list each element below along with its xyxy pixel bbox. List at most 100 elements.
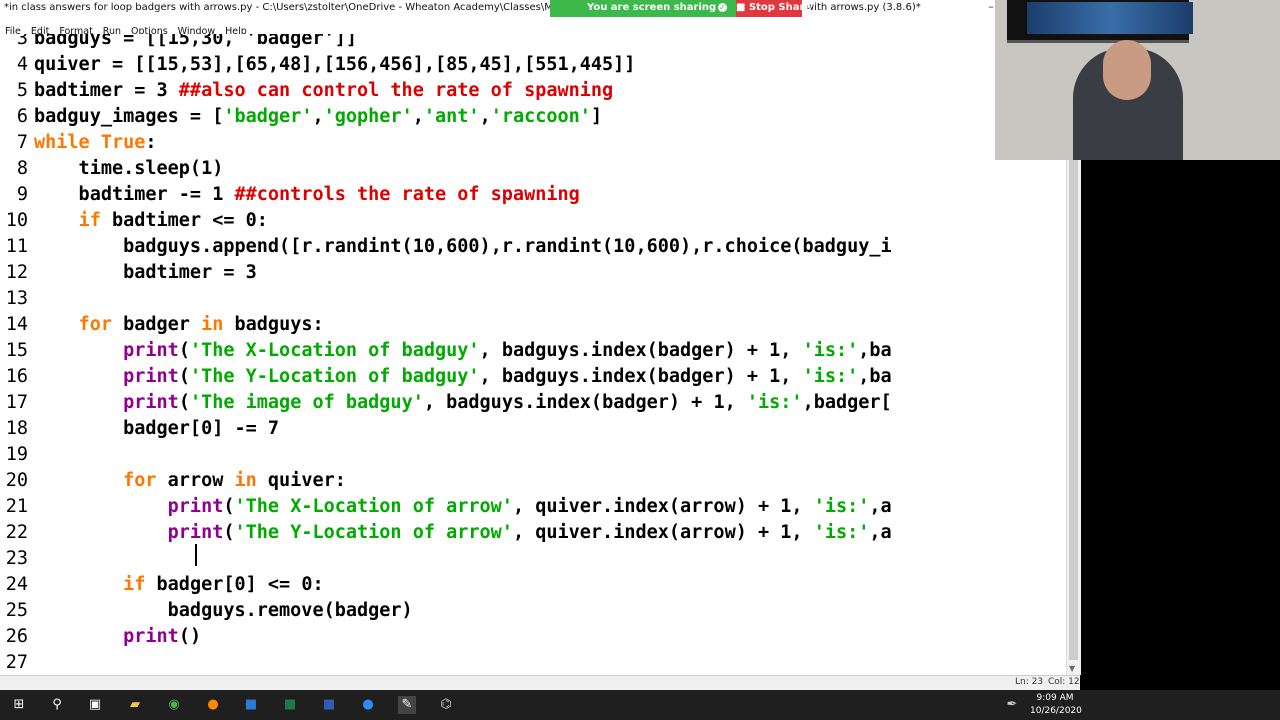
idle-icon[interactable]: ✎ <box>398 696 416 714</box>
line-number: 24 <box>5 574 28 595</box>
line-number: 13 <box>5 288 28 309</box>
code-line[interactable]: 22 print('The Y-Location of arrow', quiv… <box>0 520 1066 546</box>
windows-taskbar: ⊞ ⚲ ▣ ▰ ◉ ● ■ ■ ■ ● ✎ ⌬ ✒ 9:09 AM 10/26/… <box>0 690 1280 720</box>
line-number: 21 <box>5 496 28 517</box>
code-text[interactable]: for badger in badguys: <box>34 312 324 338</box>
code-text[interactable]: print('The Y-Location of badguy', badguy… <box>34 364 892 390</box>
task-view-icon[interactable]: ▣ <box>86 696 104 714</box>
stop-share-label: Stop Share <box>748 2 812 13</box>
code-text[interactable]: badguys.append([r.randint(10,600),r.rand… <box>34 234 892 260</box>
code-line[interactable]: 4 quiver = [[15,53],[65,48],[156,456],[85… <box>0 52 1066 78</box>
code-text[interactable]: if badger[0] <= 0: <box>34 572 324 598</box>
share-status-text: You are screen sharing <box>587 2 717 13</box>
code-line[interactable]: 8 time.sleep(1) <box>0 156 1066 182</box>
scrollbar-thumb[interactable] <box>1069 160 1078 660</box>
code-line[interactable]: 11 badguys.append([r.randint(10,600),r.r… <box>0 234 1066 260</box>
stop-share-button[interactable]: ■ Stop Share <box>736 0 811 17</box>
line-indicator: Ln: 23 <box>1015 677 1044 687</box>
taskbar-clock[interactable]: 9:09 AM 10/26/2020 <box>1030 692 1082 718</box>
search-icon[interactable]: ⚲ <box>48 696 66 714</box>
code-line[interactable]: 3 badguys = [[15,30, 'badger']] <box>0 34 1066 52</box>
code-text[interactable]: if badtimer <= 0: <box>34 208 268 234</box>
line-number: 9 <box>16 184 28 205</box>
scroll-down-arrow-icon[interactable]: ▼ <box>1069 664 1075 673</box>
line-number: 11 <box>5 236 28 257</box>
code-line[interactable]: 27 <box>0 650 1066 675</box>
window-title-suffix: with arrows.py (3.8.6)* <box>806 2 921 13</box>
code-text[interactable]: print('The Y-Location of arrow', quiver.… <box>34 520 892 546</box>
line-number: 25 <box>5 600 28 621</box>
code-text[interactable]: badger[0] -= 7 <box>34 416 279 442</box>
file-explorer-icon[interactable]: ▰ <box>126 696 144 714</box>
code-line[interactable]: 13 <box>0 286 1066 312</box>
code-text[interactable]: print('The X-Location of badguy', badguy… <box>34 338 892 364</box>
code-text[interactable]: badtimer = 3 <box>34 260 257 286</box>
pen-icon[interactable]: ✒ <box>1003 696 1021 714</box>
line-number: 14 <box>5 314 28 335</box>
code-line[interactable]: 17 print('The image of badguy', badguys.… <box>0 390 1066 416</box>
line-number: 7 <box>16 132 28 153</box>
windows-start-icon[interactable]: ⊞ <box>10 696 28 714</box>
code-line[interactable]: 21 print('The X-Location of arrow', quiv… <box>0 494 1066 520</box>
code-line[interactable]: 14 for badger in badguys: <box>0 312 1066 338</box>
code-line[interactable]: 19 <box>0 442 1066 468</box>
window-title-bar: *in class answers for loop badgers with … <box>0 0 1000 20</box>
python-icon[interactable]: ⌬ <box>437 696 455 714</box>
code-text[interactable]: print() <box>34 624 201 650</box>
code-line[interactable]: 9 badtimer -= 1 ##controls the rate of s… <box>0 182 1066 208</box>
line-number: 16 <box>5 366 28 387</box>
code-text[interactable]: badguy_images = ['badger','gopher','ant'… <box>34 104 602 130</box>
code-line[interactable]: 15 print('The X-Location of badguy', bad… <box>0 338 1066 364</box>
code-text[interactable]: badguys = [[15,30, 'badger']] <box>34 34 357 52</box>
background-tv <box>1007 0 1193 43</box>
code-line[interactable]: 25 badguys.remove(badger) <box>0 598 1066 624</box>
line-number: 15 <box>5 340 28 361</box>
zoom-icon[interactable]: ● <box>359 696 377 714</box>
code-text[interactable]: for arrow in quiver: <box>34 468 346 494</box>
line-number: 4 <box>16 54 28 75</box>
clock-date: 10/26/2020 <box>1030 706 1082 716</box>
outlook-icon[interactable]: ■ <box>242 696 260 714</box>
line-number: 12 <box>5 262 28 283</box>
code-line[interactable]: 6 badguy_images = ['badger','gopher','ant… <box>0 104 1066 130</box>
excel-icon[interactable]: ■ <box>281 696 299 714</box>
line-number: 8 <box>16 158 28 179</box>
line-number: 26 <box>5 626 28 647</box>
line-number: 27 <box>5 652 28 673</box>
shield-check-icon: ✓ <box>718 3 727 12</box>
code-line[interactable]: 20 for arrow in quiver: <box>0 468 1066 494</box>
status-bar: Ln: 23 Col: 12 <box>0 675 1080 691</box>
code-line[interactable]: 7 while True: <box>0 130 1066 156</box>
code-line[interactable]: 12 badtimer = 3 <box>0 260 1066 286</box>
code-text[interactable]: badtimer -= 1 ##controls the rate of spa… <box>34 182 580 208</box>
line-number: 10 <box>5 210 28 231</box>
word-icon[interactable]: ■ <box>320 696 338 714</box>
text-cursor <box>195 544 197 566</box>
code-editor[interactable]: 3 badguys = [[15,30, 'badger']] 4 quiver = … <box>0 34 1066 675</box>
screen-share-banner: You are screen sharing ✓ ■ Stop Share <box>550 0 811 17</box>
code-line[interactable]: 26 print() <box>0 624 1066 650</box>
code-line[interactable]: 5 badtimer = 3 ##also can control the rat… <box>0 78 1066 104</box>
code-text[interactable]: while True: <box>34 130 157 156</box>
code-line[interactable]: 24 if badger[0] <= 0: <box>0 572 1066 598</box>
line-number: 18 <box>5 418 28 439</box>
line-number: 20 <box>5 470 28 491</box>
code-line[interactable]: 16 print('The Y-Location of badguy', bad… <box>0 364 1066 390</box>
code-line[interactable]: 10 if badtimer <= 0: <box>0 208 1066 234</box>
line-number: 17 <box>5 392 28 413</box>
code-line[interactable]: 23 <box>0 546 1066 572</box>
code-text[interactable]: quiver = [[15,53],[65,48],[156,456],[85,… <box>34 52 635 78</box>
code-text[interactable]: print('The image of badguy', badguys.ind… <box>34 390 892 416</box>
chrome-icon[interactable]: ◉ <box>165 696 183 714</box>
webcam-video <box>995 0 1280 160</box>
code-text[interactable]: print('The X-Location of arrow', quiver.… <box>34 494 892 520</box>
firefox-icon[interactable]: ● <box>204 696 222 714</box>
column-indicator: Col: 12 <box>1048 677 1080 687</box>
code-text[interactable]: badguys.remove(badger) <box>34 598 413 624</box>
presenter-head <box>1103 40 1151 100</box>
code-line[interactable]: 18 badger[0] -= 7 <box>0 416 1066 442</box>
code-text[interactable]: badtimer = 3 ##also can control the rate… <box>34 78 613 104</box>
code-text[interactable]: time.sleep(1) <box>34 156 224 182</box>
line-number: 3 <box>16 34 28 49</box>
line-number: 23 <box>5 548 28 569</box>
